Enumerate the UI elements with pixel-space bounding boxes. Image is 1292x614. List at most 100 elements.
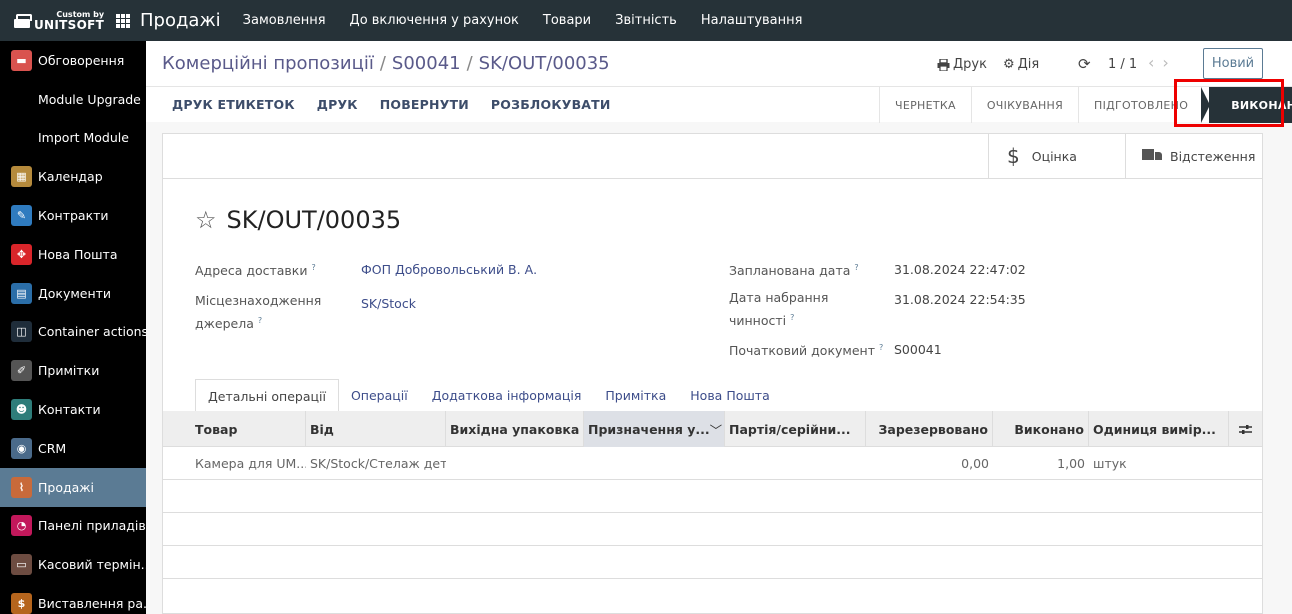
cell-from: SK/Stock/Стелаж дет... (310, 456, 446, 471)
action-label: Дія (1017, 57, 1040, 72)
sidebar-item[interactable]: ▤ Документи (0, 274, 146, 313)
dollar-icon: $ (1007, 144, 1020, 168)
breadcrumb-order[interactable]: S00041 (392, 53, 461, 74)
stage-done[interactable]: ВИКОНАНО (1201, 87, 1292, 123)
breadcrumb-current: SK/OUT/00035 (478, 53, 610, 74)
brand-logo[interactable]: Custom by UNITSOFT (0, 0, 105, 41)
col-source-package[interactable]: Вихідна упаковка (446, 411, 584, 447)
menu-products[interactable]: Товари (543, 13, 591, 28)
col-uom[interactable]: Одиниця вимір... (1089, 411, 1229, 447)
main-content: Комерційні пропозиції / S00041/SK/OUT/0003… (146, 41, 1292, 614)
stage-draft[interactable]: ЧЕРНЕТКА (879, 87, 971, 123)
traceability-label: Відстеження (1170, 148, 1256, 164)
table-row-empty (163, 480, 1262, 513)
source-document-label: Початковий документ ? (729, 343, 884, 359)
stage-waiting[interactable]: ОЧІКУВАННЯ (970, 87, 1078, 123)
notebook-tabs: Детальні операції Операції Додаткова інф… (195, 379, 782, 412)
sidebar: ▬ Обговорення Module Upgrade Import Module ▦… (0, 41, 146, 614)
menu-reporting[interactable]: Звітність (615, 13, 677, 28)
apps-grid-icon[interactable] (116, 13, 130, 28)
sidebar-item-label: Документи (38, 285, 112, 301)
breadcrumb: Комерційні пропозиції / S00041/SK/OUT/0003… (162, 53, 610, 74)
sidebar-item[interactable]: $ Виставлення ра... (0, 584, 146, 614)
unlock-button[interactable]: РОЗБЛОКУВАТИ (491, 97, 611, 112)
print-label: Друк (953, 57, 987, 72)
source-document-value[interactable]: S00041 (894, 342, 942, 357)
sidebar-item[interactable]: Import Module (0, 119, 146, 158)
sidebar-item-label: Import Module (38, 130, 129, 146)
cell-source-package (446, 447, 584, 480)
sidebar-item-label: Календар (38, 169, 103, 185)
sidebar-item-label: Контакти (38, 402, 101, 418)
tab-nova-poshta[interactable]: Нова Пошта (678, 379, 781, 412)
col-product[interactable]: Товар (163, 411, 306, 447)
cell-lot-serial (725, 447, 866, 480)
sidebar-item-label: CRM (38, 440, 67, 456)
chevron-down-icon: ﹀ (709, 422, 723, 438)
sidebar-item[interactable]: ✎ Контракти (0, 196, 146, 235)
sidebar-item[interactable]: ⌇ Продажі (0, 467, 146, 507)
new-button[interactable]: Новий (1203, 48, 1263, 79)
chevron-left-icon[interactable]: ‹ (1148, 53, 1162, 72)
sidebar-item[interactable]: ▭ Касовий термін... (0, 545, 146, 584)
refresh-icon[interactable]: ⟳ (1078, 55, 1091, 73)
sales-icon: ⌇ (11, 476, 32, 498)
sidebar-item-label: Контракти (38, 208, 109, 224)
table-row[interactable]: Камера для UM... SK/Stock/Стелаж дет... … (163, 447, 1262, 480)
sidebar-item[interactable]: ✐ Примітки (0, 351, 146, 390)
tab-operations[interactable]: Операції (339, 379, 420, 412)
sidebar-item[interactable]: ☻ Контакти (0, 390, 146, 429)
app-title[interactable]: Продажі (140, 10, 221, 31)
cell-reserved: 0,00 (961, 456, 989, 471)
tab-detailed-operations[interactable]: Детальні операції (195, 379, 339, 412)
chevron-right-icon[interactable]: › (1162, 53, 1176, 72)
optional-columns-icon[interactable] (1229, 411, 1262, 447)
sidebar-item-label: Container actions (38, 324, 146, 340)
print-labels-button[interactable]: ДРУК ЕТИКЕТОК (172, 97, 295, 112)
contacts-icon: ☻ (11, 399, 32, 421)
printer-icon (937, 58, 950, 71)
sidebar-item[interactable]: ▦ Календар (0, 157, 146, 196)
tab-additional-info[interactable]: Додаткова інформація (420, 379, 594, 412)
star-icon[interactable]: ☆ (195, 206, 217, 234)
valuation-label: Оцінка (1031, 148, 1077, 164)
menu-settings[interactable]: Налаштування (701, 13, 803, 28)
lock-logo-icon (14, 13, 32, 28)
sidebar-item[interactable]: ◔ Панелі приладів (0, 507, 146, 546)
sidebar-item-label: Касовий термін... (38, 557, 146, 573)
scheduled-date-value[interactable]: 31.08.2024 22:47:02 (894, 262, 1026, 277)
container-icon: ◫ (11, 321, 32, 343)
sidebar-item[interactable]: ◫ Container actions (0, 313, 146, 352)
sidebar-item-label: Примітки (38, 363, 100, 379)
col-done[interactable]: Виконано (993, 411, 1089, 447)
col-reserved[interactable]: Зарезервовано (866, 411, 993, 447)
source-location-value[interactable]: SK/Stock (361, 296, 416, 311)
menu-to-invoice[interactable]: До включення у рахунок (350, 13, 519, 28)
return-button[interactable]: ПОВЕРНУТИ (380, 97, 469, 112)
col-destination[interactable]: Призначення у... ﹀ (584, 411, 725, 447)
status-bar: ДРУК ЕТИКЕТОК ДРУК ПОВЕРНУТИ РОЗБЛОКУВАТ… (146, 86, 1292, 123)
col-lot-serial[interactable]: Партія/серійни... (725, 411, 866, 447)
effective-date-value[interactable]: 31.08.2024 22:54:35 (894, 292, 1026, 307)
menu-orders[interactable]: Замовлення (243, 13, 326, 28)
delivery-address-value[interactable]: ФОП Добровольський В. А. (361, 262, 537, 277)
print-button[interactable]: ДРУК (317, 97, 358, 112)
col-from[interactable]: Від (306, 411, 446, 447)
traceability-button[interactable]: Відстеження (1125, 134, 1262, 178)
breadcrumb-quotations[interactable]: Комерційні пропозиції (162, 53, 374, 74)
sidebar-item[interactable]: Module Upgrade (0, 80, 146, 119)
print-dropdown[interactable]: Друк (937, 57, 987, 72)
sidebar-item[interactable]: ✥ Нова Пошта (0, 235, 146, 274)
tab-note[interactable]: Примітка (593, 379, 678, 412)
sidebar-item-label: Панелі приладів (38, 518, 146, 534)
notes-icon: ✐ (11, 360, 32, 382)
sidebar-item[interactable]: ◉ CRM (0, 429, 146, 468)
pager-value[interactable]: 1 / 1 (1108, 57, 1137, 72)
scheduled-date-label: Запланована дата ? (729, 263, 859, 279)
action-dropdown[interactable]: ⚙ Дія (1003, 57, 1039, 72)
valuation-button[interactable]: $ Оцінка (988, 134, 1125, 178)
sidebar-item-label: Нова Пошта (38, 246, 118, 262)
delivery-address-label: Адреса доставки ? (195, 263, 316, 279)
stage-ready[interactable]: ПІДГОТОВЛЕНО (1078, 87, 1203, 123)
sidebar-item[interactable]: ▬ Обговорення (0, 41, 146, 80)
